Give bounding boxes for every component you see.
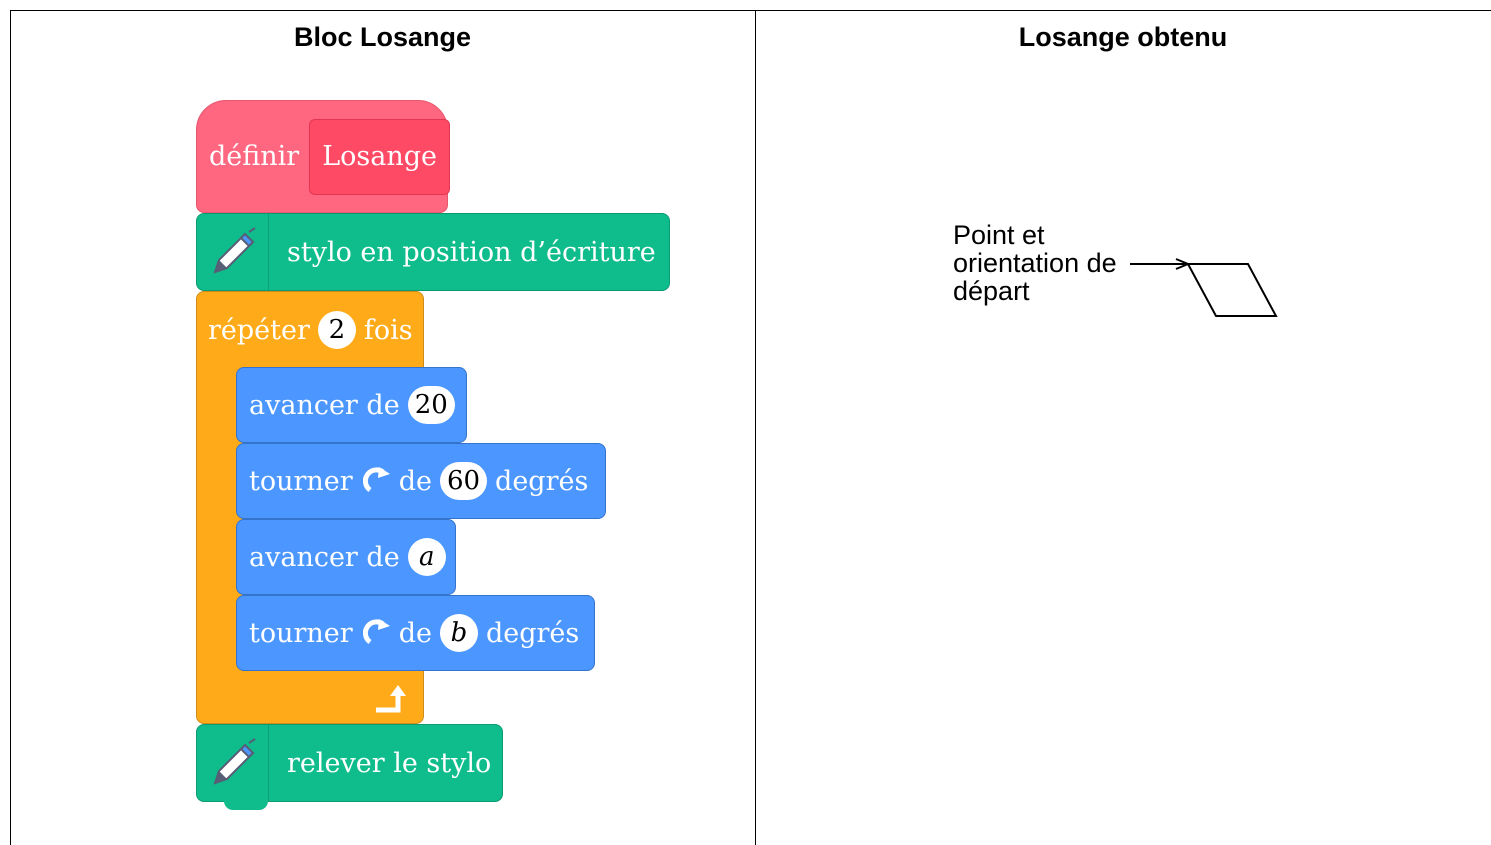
define-name: Losange (322, 141, 437, 172)
pen-down-label: stylo en position d’écriture (287, 236, 656, 268)
turn-suffix-2: degrés (485, 617, 580, 649)
turn-block-2[interactable]: tourner de b degrés (236, 595, 595, 671)
move-label-2: avancer de (249, 541, 400, 573)
pen-up-bottom-tab (224, 801, 268, 810)
repeat-count-input[interactable]: 2 (317, 311, 356, 349)
pen-down-block[interactable]: stylo en position d’écriture (196, 213, 670, 291)
start-point-label: Point et orientation de départ (953, 221, 1117, 305)
start-label-line-2: orientation de (953, 248, 1117, 278)
move-value-input-2[interactable]: a (407, 538, 446, 576)
turn-suffix-1: degrés (495, 465, 589, 497)
turn-block-1[interactable]: tourner de 60 degrés (236, 443, 606, 519)
define-block[interactable]: définir Losange (196, 100, 450, 213)
turn-label-1: tourner (249, 465, 353, 497)
pen-icon (197, 725, 269, 801)
define-name-slot: Losange (309, 118, 450, 195)
move-block-1[interactable]: avancer de 20 (236, 367, 467, 443)
turn-mid-1: de (398, 465, 432, 497)
rhombus-figure (1130, 258, 1278, 317)
loop-arrow-icon (372, 680, 412, 716)
start-label-line-3: départ (953, 276, 1030, 306)
repeat-label: répéter (208, 314, 310, 346)
repeat-header: répéter 2 fois (196, 293, 424, 367)
define-label: définir (209, 141, 300, 172)
table-column-divider (755, 10, 756, 845)
turn-value-input-1[interactable]: 60 (439, 462, 488, 500)
table-left-border (10, 10, 11, 845)
move-value-input-1[interactable]: 20 (407, 386, 455, 424)
turn-label-2: tourner (249, 617, 353, 649)
turn-value-input-2[interactable]: b (439, 614, 478, 652)
pen-icon (197, 214, 269, 290)
header-losange-obtenu: Losange obtenu (1018, 22, 1228, 52)
table-top-border (10, 10, 1491, 11)
rotate-clockwise-icon (362, 466, 393, 496)
move-label-1: avancer de (249, 389, 400, 421)
header-bloc-losange: Bloc Losange (293, 22, 472, 52)
start-label-line-1: Point et (953, 220, 1045, 250)
pen-up-block[interactable]: relever le stylo (196, 724, 503, 802)
rhombus-shape (1186, 263, 1278, 317)
turn-mid-2: de (398, 617, 432, 649)
move-block-2[interactable]: avancer de a (236, 519, 456, 595)
pen-up-label: relever le stylo (287, 747, 492, 779)
rotate-clockwise-icon (362, 618, 393, 648)
repeat-suffix: fois (363, 314, 413, 346)
